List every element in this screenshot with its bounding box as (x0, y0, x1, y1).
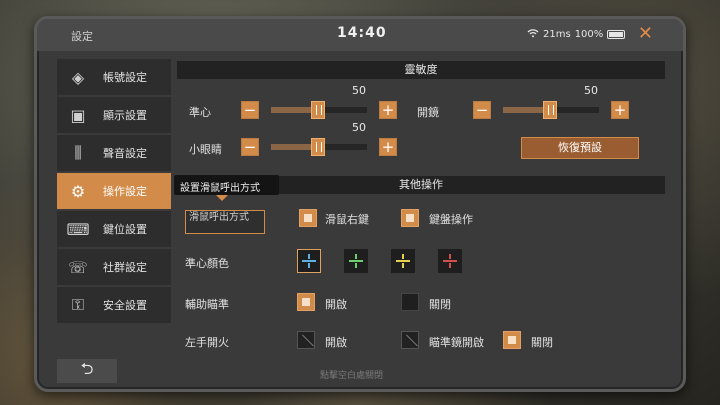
crosshair-icon (443, 254, 457, 268)
controls-gear-icon: ⚙ (70, 181, 86, 201)
left-fire-on-checkbox[interactable] (297, 331, 315, 349)
sidebar-item-account[interactable]: ◈ 帳號設定 (57, 59, 171, 95)
sound-sliders-icon: ⫼ (74, 143, 82, 162)
slider-thumb[interactable] (311, 101, 325, 119)
sidebar-item-sound[interactable]: ⫼ 聲音設定 (57, 135, 171, 171)
keyboard-op-checkbox[interactable] (401, 209, 419, 227)
aim-assist-on-checkbox[interactable] (297, 293, 315, 311)
crosshair-color-red[interactable] (438, 249, 462, 273)
slider-thumb[interactable] (311, 138, 325, 156)
left-fire-off-label: 關閉 (531, 336, 553, 349)
scope-plus-button[interactable]: + (611, 101, 629, 119)
settings-panel: 設定 14:40 21ms 100% ✕ ◈ 帳號設定 ▣ 顯示設置 ⫼ 聲音設… (34, 16, 686, 392)
clock: 14:40 (337, 25, 387, 41)
close-hint: 點擊空白處關閉 (320, 371, 384, 381)
sidebar-item-keybinds[interactable]: ⌨ 鍵位設置 (57, 211, 171, 247)
aim-assist-on-label: 開啟 (325, 298, 347, 311)
aim-assist-off-label: 關閉 (429, 298, 451, 311)
crosshair-value: 50 (352, 84, 366, 97)
crosshair-color-label: 準心顏色 (185, 257, 229, 270)
small-eye-sens-label: 小眼睛 (189, 143, 222, 156)
scope-sens-label: 開鏡 (417, 106, 439, 119)
aim-assist-label: 輔助瞄準 (185, 298, 229, 311)
wifi-icon (527, 28, 539, 41)
crosshair-color-blue[interactable] (297, 249, 321, 273)
mouse-callout-option[interactable]: 滑鼠呼出方式 (185, 210, 265, 234)
sidebar-item-display[interactable]: ▣ 顯示設置 (57, 97, 171, 133)
sidebar-item-label: 顯示設置 (103, 109, 147, 122)
social-icon: ☏ (67, 257, 88, 277)
scope-value: 50 (584, 84, 598, 97)
top-bar: 設定 14:40 21ms 100% ✕ (37, 19, 683, 51)
sidebar-item-label: 帳號設定 (103, 71, 147, 84)
display-icon: ▣ (70, 105, 86, 125)
account-icon: ◈ (71, 67, 85, 87)
keyboard-op-label: 鍵盤操作 (429, 213, 473, 226)
battery-icon (607, 30, 626, 39)
status-area: 21ms 100% (527, 28, 626, 41)
reset-defaults-button[interactable]: 恢復預設 (521, 137, 639, 159)
scope-slider[interactable] (503, 101, 599, 119)
scope-minus-button[interactable]: − (473, 101, 491, 119)
crosshair-sens-label: 準心 (189, 106, 211, 119)
battery-text: 100% (574, 29, 604, 40)
lock-icon: ⚿ (71, 295, 85, 314)
small-eye-plus-button[interactable]: + (379, 138, 397, 156)
crosshair-color-green[interactable] (344, 249, 368, 273)
sidebar-item-label: 聲音設定 (103, 147, 147, 160)
sidebar: ◈ 帳號設定 ▣ 顯示設置 ⫼ 聲音設定 ⚙ 操作設定 ⌨ 鍵位設置 ☏ 社群設… (57, 59, 171, 325)
section-header-sensitivity: 靈敏度 (177, 61, 665, 79)
keyboard-icon: ⌨ (66, 219, 90, 239)
left-fire-off-checkbox[interactable] (503, 331, 521, 349)
tooltip: 設置滑鼠呼出方式 (174, 175, 279, 201)
crosshair-slider[interactable] (271, 101, 367, 119)
small-eye-value: 50 (352, 121, 366, 134)
left-fire-on-label: 開啟 (325, 336, 347, 349)
window-title: 設定 (71, 30, 93, 43)
content-area: 靈敏度 準心 − 50 + 開鏡 − 50 + 小眼睛 − 50 + 恢復預設 … (177, 59, 667, 359)
crosshair-minus-button[interactable]: − (241, 101, 259, 119)
small-eye-minus-button[interactable]: − (241, 138, 259, 156)
back-arrow-icon[interactable]: ⮌ (57, 359, 117, 383)
mouse-right-label: 滑鼠右鍵 (325, 213, 369, 226)
mouse-right-checkbox[interactable] (299, 209, 317, 227)
left-fire-label: 左手開火 (185, 336, 229, 349)
latency-text: 21ms (543, 29, 571, 40)
sidebar-item-label: 操作設定 (103, 185, 147, 198)
sidebar-item-label: 鍵位設置 (103, 223, 147, 236)
aim-assist-off-checkbox[interactable] (401, 293, 419, 311)
sidebar-item-label: 社群設定 (103, 261, 147, 274)
crosshair-icon (349, 254, 363, 268)
left-fire-scope-checkbox[interactable] (401, 331, 419, 349)
close-icon[interactable]: ✕ (638, 23, 653, 44)
crosshair-color-yellow[interactable] (391, 249, 415, 273)
sidebar-item-social[interactable]: ☏ 社群設定 (57, 249, 171, 285)
small-eye-slider[interactable] (271, 138, 367, 156)
crosshair-icon (396, 254, 410, 268)
sidebar-item-controls[interactable]: ⚙ 操作設定 (57, 173, 171, 209)
left-fire-scope-label: 瞄準鏡開啟 (429, 336, 484, 349)
crosshair-plus-button[interactable]: + (379, 101, 397, 119)
sidebar-item-security[interactable]: ⚿ 安全設置 (57, 287, 171, 323)
sidebar-item-label: 安全設置 (103, 299, 147, 312)
slider-thumb[interactable] (543, 101, 557, 119)
crosshair-icon (302, 254, 316, 268)
